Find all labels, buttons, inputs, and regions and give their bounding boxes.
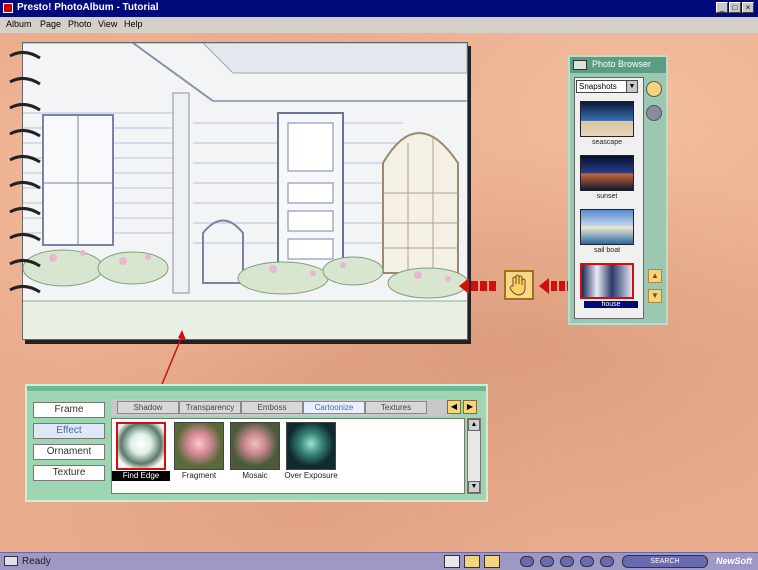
tabs-prev-button[interactable]: ◀: [447, 400, 461, 414]
spiral-binding: [9, 51, 41, 294]
search-button[interactable]: SEARCH: [622, 555, 708, 568]
scroll-up-button[interactable]: ▲: [648, 269, 662, 283]
close-button[interactable]: ×: [742, 2, 754, 13]
effect-fragment[interactable]: [174, 422, 224, 470]
tab-textures[interactable]: Textures: [365, 401, 427, 414]
tabs-next-button[interactable]: ▶: [463, 400, 477, 414]
play-icon[interactable]: [560, 556, 574, 567]
scroll-up-button[interactable]: ▲: [468, 419, 480, 431]
folder-icon[interactable]: [464, 555, 480, 568]
scroll-down-button[interactable]: ▼: [648, 289, 662, 303]
folder-open-icon[interactable]: [646, 81, 662, 97]
effect-find-edge[interactable]: [116, 422, 166, 470]
panel-header: [27, 386, 486, 391]
prev-page-icon[interactable]: [540, 556, 554, 567]
scroll-down-button[interactable]: ▼: [468, 481, 480, 493]
tab-emboss[interactable]: Emboss: [241, 401, 303, 414]
maximize-button[interactable]: □: [729, 2, 741, 13]
next-page-icon[interactable]: [580, 556, 594, 567]
title-bar: Presto! PhotoAlbum - Tutorial _ □ ×: [0, 0, 758, 17]
thumbnail-label: sunset: [596, 193, 618, 200]
brand-logo: NewSoft: [716, 556, 752, 566]
album-icon[interactable]: [444, 555, 460, 568]
effect-label: Over Exposure: [284, 471, 338, 480]
photo-browser-panel: Photo Browser Snapshots ▼ seascape sunse…: [568, 55, 668, 325]
effects-scrollbar[interactable]: ▲ ▼: [467, 418, 481, 494]
thumbnail-house[interactable]: [580, 263, 634, 299]
tab-shadow[interactable]: Shadow: [117, 401, 179, 414]
effect-label-selected: Find Edge: [112, 471, 170, 481]
window-title: Presto! PhotoAlbum - Tutorial: [17, 2, 159, 13]
menu-album[interactable]: Album: [6, 19, 32, 29]
thumbnail-label: sail boat: [593, 247, 621, 254]
photo-browser-title: Photo Browser: [592, 59, 652, 69]
menu-photo[interactable]: Photo: [68, 19, 92, 29]
last-page-icon[interactable]: [600, 556, 614, 567]
print-icon[interactable]: [484, 555, 500, 568]
category-frame[interactable]: Frame: [33, 402, 105, 418]
effect-thumbnails: Find Edge Fragment Mosaic Over Exposure: [111, 418, 465, 494]
menu-bar: Album Page Photo View Help: [0, 17, 758, 34]
menu-help[interactable]: Help: [124, 19, 143, 29]
status-bar: Ready SEARCH NewSoft: [0, 552, 758, 570]
folder-dropdown-value: Snapshots: [579, 82, 617, 91]
effect-mosaic[interactable]: [230, 422, 280, 470]
minimize-button[interactable]: _: [716, 2, 728, 13]
status-icon: [4, 556, 18, 566]
tab-transparency[interactable]: Transparency: [179, 401, 241, 414]
chevron-down-icon[interactable]: ▼: [626, 81, 637, 92]
status-text: Ready: [22, 556, 51, 567]
thumbnail-sunset[interactable]: [580, 155, 634, 191]
category-texture[interactable]: Texture: [33, 465, 105, 481]
hand-drag-icon: [504, 270, 534, 300]
photo-browser-icon: [573, 60, 587, 70]
effect-tabs: Shadow Transparency Emboss Cartoonize Te…: [111, 399, 451, 416]
effects-panel: Frame Effect Ornament Texture Shadow Tra…: [25, 384, 488, 502]
thumbnail-label: seascape: [592, 139, 622, 146]
photo-browser-header: Photo Browser: [570, 57, 666, 73]
effect-label: Fragment: [181, 471, 217, 480]
menu-view[interactable]: View: [98, 19, 117, 29]
app-icon[interactable]: [3, 3, 13, 13]
folder-dropdown[interactable]: Snapshots ▼: [576, 80, 638, 93]
category-ornament[interactable]: Ornament: [33, 444, 105, 460]
menu-page[interactable]: Page: [40, 19, 61, 29]
eject-icon[interactable]: [646, 105, 662, 121]
album-page[interactable]: [22, 42, 468, 340]
category-effect[interactable]: Effect: [33, 423, 105, 439]
house-photo: [23, 43, 467, 339]
thumbnail-sail-boat[interactable]: [580, 209, 634, 245]
thumbnail-label-selected: house: [584, 301, 638, 308]
first-page-icon[interactable]: [520, 556, 534, 567]
effect-label: Mosaic: [242, 471, 268, 480]
effect-over-exposure[interactable]: [286, 422, 336, 470]
thumbnail-seascape[interactable]: [580, 101, 634, 137]
tab-cartoonize[interactable]: Cartoonize: [303, 401, 365, 414]
